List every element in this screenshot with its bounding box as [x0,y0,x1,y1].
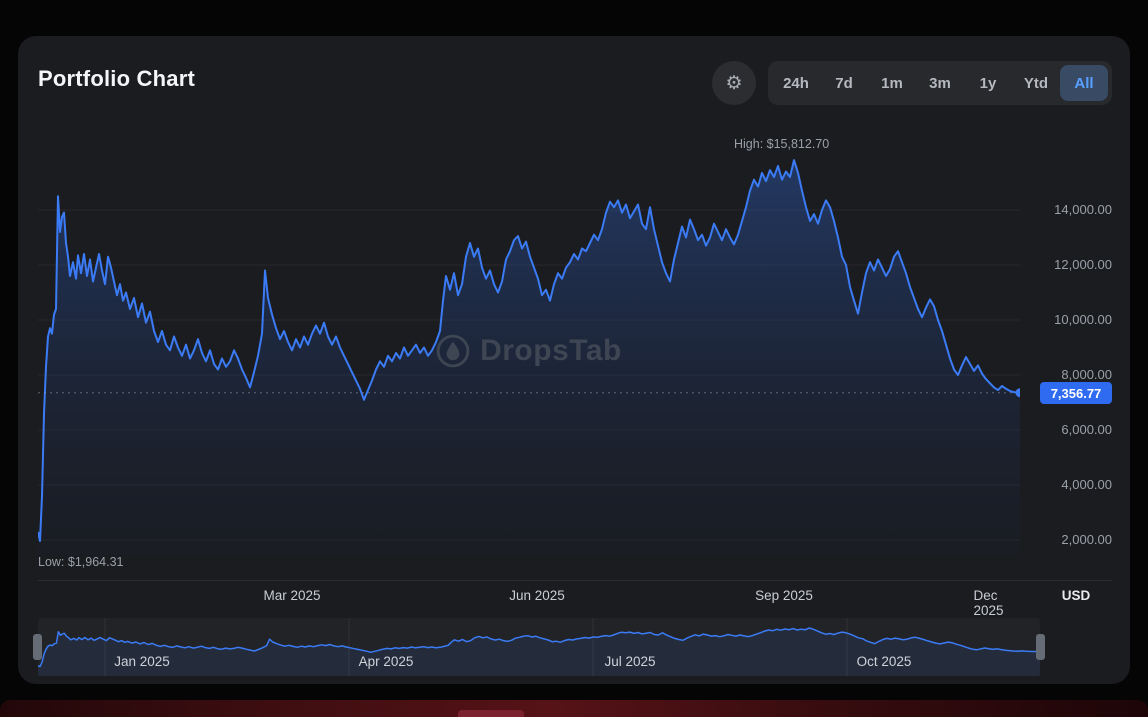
y-axis: 14,000.00 12,000.00 10,000.00 8,000.00 6,000… [1020,140,1112,555]
range-tab-1m[interactable]: 1m [868,65,916,101]
range-tabs: 24h 7d 1m 3m 1y Ytd All [768,61,1112,105]
page-background: Portfolio Chart ⚙ 24h 7d 1m 3m 1y Ytd Al… [0,0,1148,717]
y-axis-label: 4,000.00 [1061,477,1112,492]
current-value-badge: 7,356.77 [1040,382,1112,404]
chart-navigator[interactable]: Jan 2025 Apr 2025 Jul 2025 Oct 2025 [33,618,1045,676]
gear-icon: ⚙ [725,72,743,94]
y-axis-label: 14,000.00 [1054,202,1112,217]
next-section-edge [0,700,1148,717]
portfolio-chart-card: Portfolio Chart ⚙ 24h 7d 1m 3m 1y Ytd Al… [18,36,1130,684]
currency-label: USD [1061,588,1091,603]
x-axis-label: Jun 2025 [509,588,565,603]
y-axis-label: 8,000.00 [1061,367,1112,382]
page-title: Portfolio Chart [38,66,195,91]
bottom-pill [458,710,524,717]
range-tab-7d[interactable]: 7d [820,65,868,101]
range-tab-24h[interactable]: 24h [772,65,820,101]
y-axis-label: 10,000.00 [1054,312,1112,327]
range-tab-ytd[interactable]: Ytd [1012,65,1060,101]
navigator-chart [38,618,1040,676]
y-axis-label: 6,000.00 [1061,422,1112,437]
y-axis-label: 2,000.00 [1061,532,1112,547]
y-axis-label: 12,000.00 [1054,257,1112,272]
x-axis-label: Dec 2025 [973,588,1004,618]
range-tab-all[interactable]: All [1060,65,1108,101]
portfolio-line-chart[interactable] [38,140,1020,555]
nav-handle-left[interactable] [33,634,42,660]
x-axis: Mar 2025 Jun 2025 Sep 2025 Dec 2025 [38,588,1020,618]
settings-button[interactable]: ⚙ [712,61,756,105]
range-tab-1y[interactable]: 1y [964,65,1012,101]
x-axis-label: Mar 2025 [263,588,321,603]
low-value-label: Low: $1,964.31 [38,555,124,569]
x-axis-label: Sep 2025 [755,588,813,603]
nav-handle-right[interactable] [1036,634,1045,660]
range-tab-3m[interactable]: 3m [916,65,964,101]
axis-divider [38,580,1112,581]
